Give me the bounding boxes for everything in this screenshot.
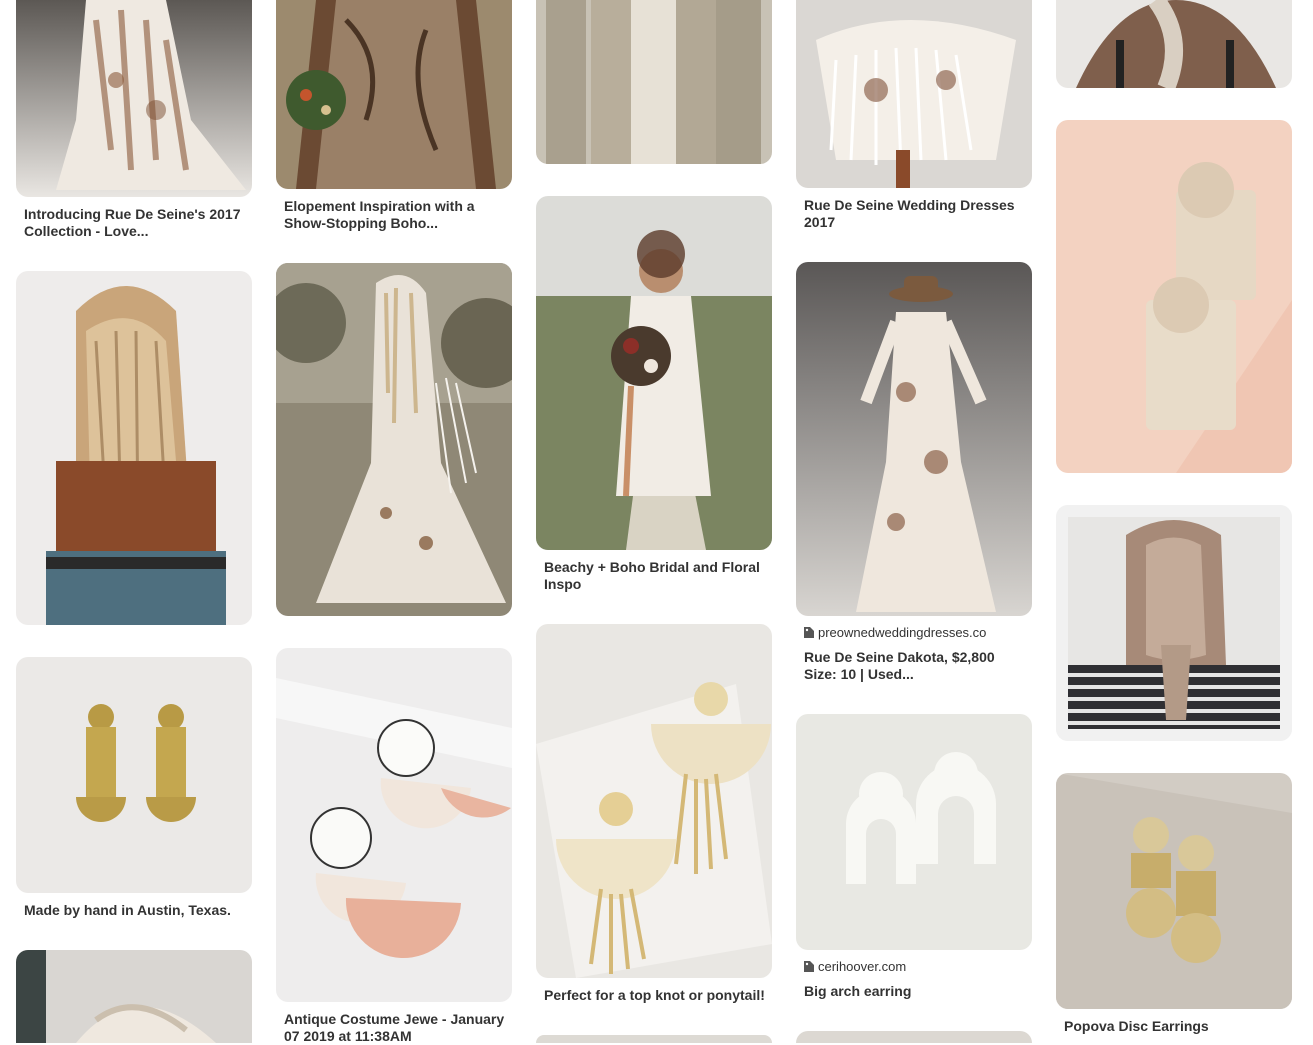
pin-image[interactable] [536, 196, 772, 550]
pin-image[interactable] [16, 950, 252, 1043]
pin-image[interactable] [536, 0, 772, 164]
pin-title[interactable]: Rue De Seine Wedding Dresses 2017 [804, 197, 1026, 231]
pin-image[interactable] [796, 1031, 1032, 1043]
pin-image[interactable] [796, 262, 1032, 616]
pin-image[interactable] [1056, 120, 1292, 473]
pin-image[interactable] [1056, 773, 1292, 1009]
pin-title[interactable]: Popova Disc Earrings [1064, 1018, 1286, 1035]
pin-title[interactable]: Rue De Seine Dakota, $2,800 Size: 10 | U… [804, 649, 1026, 683]
pin-image[interactable] [1056, 505, 1292, 741]
pin-source[interactable]: preownedweddingdresses.co [804, 625, 986, 640]
pin-source-label: preownedweddingdresses.co [818, 625, 987, 640]
pin-image[interactable] [796, 0, 1032, 188]
pin-image[interactable] [796, 714, 1032, 950]
tag-icon [804, 961, 814, 972]
pin-image[interactable] [536, 624, 772, 978]
pin-image[interactable] [16, 0, 252, 197]
pin-image[interactable] [276, 0, 512, 189]
pin-title[interactable]: Beachy + Boho Bridal and Floral Inspo [544, 559, 766, 593]
pin-title[interactable]: Introducing Rue De Seine's 2017 Collecti… [24, 206, 246, 240]
pin-image[interactable] [16, 657, 252, 893]
pin-title[interactable]: Antique Costume Jewe - January 07 2019 a… [284, 1011, 506, 1045]
pin-image[interactable] [1056, 0, 1292, 88]
pin-title[interactable]: Elopement Inspiration with a Show-Stoppi… [284, 198, 506, 232]
pin-image[interactable] [16, 271, 252, 625]
tag-icon [804, 627, 814, 638]
pin-title[interactable]: Big arch earring [804, 983, 1026, 1000]
pin-image[interactable] [276, 263, 512, 616]
pin-image[interactable] [276, 648, 512, 1002]
pin-title[interactable]: Made by hand in Austin, Texas. [24, 902, 246, 919]
pin-image[interactable] [536, 1035, 772, 1043]
pin-source[interactable]: cerihoover.com [804, 959, 906, 974]
pin-source-label: cerihoover.com [818, 959, 907, 974]
pin-title[interactable]: Perfect for a top knot or ponytail! [544, 987, 766, 1004]
